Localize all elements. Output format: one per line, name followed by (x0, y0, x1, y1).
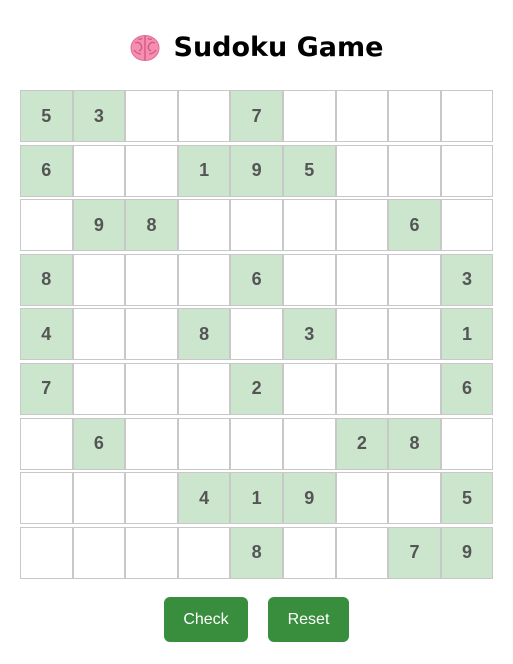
given-cell: 3 (72, 90, 126, 142)
empty-cell[interactable] (72, 308, 126, 361)
empty-cell[interactable] (20, 472, 73, 525)
empty-cell[interactable] (335, 144, 389, 197)
empty-cell[interactable] (72, 526, 126, 579)
empty-cell[interactable] (388, 472, 441, 525)
grid-row: 4 83 1 (20, 308, 494, 361)
empty-cell[interactable] (388, 90, 441, 142)
empty-cell[interactable] (335, 308, 389, 361)
empty-cell[interactable] (335, 199, 389, 252)
given-cell: 7 (388, 526, 441, 579)
empty-cell[interactable] (177, 253, 231, 306)
given-cell: 1 (177, 144, 231, 197)
button-bar: Check Reset (0, 597, 513, 642)
empty-cell[interactable] (177, 90, 231, 142)
empty-cell[interactable] (335, 253, 389, 306)
empty-cell[interactable] (125, 362, 178, 415)
given-cell: 8 (230, 526, 283, 579)
empty-cell[interactable] (125, 90, 178, 142)
empty-cell[interactable] (177, 417, 231, 470)
empty-cell[interactable] (388, 308, 441, 361)
empty-cell[interactable] (335, 526, 389, 579)
empty-cell[interactable] (20, 526, 73, 579)
given-cell: 9 (440, 526, 494, 579)
given-cell: 3 (440, 253, 494, 306)
empty-cell[interactable] (230, 417, 283, 470)
grid-row: 6 195 (20, 144, 494, 197)
empty-cell[interactable] (72, 472, 126, 525)
empty-cell[interactable] (72, 253, 126, 306)
empty-cell[interactable] (177, 199, 231, 252)
given-cell: 1 (440, 308, 494, 361)
empty-cell[interactable] (177, 526, 231, 579)
given-cell: 5 (20, 90, 73, 142)
check-button[interactable]: Check (164, 597, 248, 642)
empty-cell[interactable] (177, 362, 231, 415)
empty-cell[interactable] (20, 199, 73, 252)
given-cell: 2 (230, 362, 283, 415)
given-cell: 8 (125, 199, 178, 252)
empty-cell[interactable] (335, 472, 389, 525)
page-title: Sudoku Game (0, 30, 513, 66)
given-cell: 7 (230, 90, 283, 142)
given-cell: 9 (72, 199, 126, 252)
empty-cell[interactable] (388, 253, 441, 306)
given-cell: 6 (440, 362, 494, 415)
brain-icon (130, 34, 160, 62)
empty-cell[interactable] (282, 199, 336, 252)
given-cell: 6 (72, 417, 126, 470)
empty-cell[interactable] (125, 144, 178, 197)
given-cell: 8 (177, 308, 231, 361)
empty-cell[interactable] (230, 308, 283, 361)
given-cell: 1 (230, 472, 283, 525)
reset-button[interactable]: Reset (268, 597, 349, 642)
sudoku-grid: 537619598686348317266284195879 (20, 90, 494, 581)
empty-cell[interactable] (125, 526, 178, 579)
empty-cell[interactable] (282, 362, 336, 415)
empty-cell[interactable] (282, 90, 336, 142)
given-cell: 6 (230, 253, 283, 306)
given-cell: 8 (388, 417, 441, 470)
given-cell: 8 (20, 253, 73, 306)
given-cell: 9 (230, 144, 283, 197)
given-cell: 4 (20, 308, 73, 361)
empty-cell[interactable] (125, 308, 178, 361)
empty-cell[interactable] (335, 90, 389, 142)
given-cell: 5 (440, 472, 494, 525)
grid-row: 8 79 (20, 526, 494, 579)
empty-cell[interactable] (282, 417, 336, 470)
given-cell: 6 (388, 199, 441, 252)
grid-row: 98 6 (20, 199, 494, 252)
empty-cell[interactable] (440, 90, 494, 142)
empty-cell[interactable] (388, 144, 441, 197)
empty-cell[interactable] (335, 362, 389, 415)
empty-cell[interactable] (125, 472, 178, 525)
empty-cell[interactable] (230, 199, 283, 252)
empty-cell[interactable] (440, 417, 494, 470)
grid-row: 8 6 3 (20, 253, 494, 306)
given-cell: 6 (20, 144, 73, 197)
given-cell: 9 (282, 472, 336, 525)
given-cell: 5 (282, 144, 336, 197)
empty-cell[interactable] (125, 253, 178, 306)
empty-cell[interactable] (282, 526, 336, 579)
grid-row: 6 28 (20, 417, 494, 470)
given-cell: 3 (282, 308, 336, 361)
given-cell: 4 (177, 472, 231, 525)
empty-cell[interactable] (125, 417, 178, 470)
given-cell: 7 (20, 362, 73, 415)
empty-cell[interactable] (282, 253, 336, 306)
grid-row: 7 2 6 (20, 362, 494, 415)
empty-cell[interactable] (440, 144, 494, 197)
grid-row: 419 5 (20, 472, 494, 525)
empty-cell[interactable] (388, 362, 441, 415)
given-cell: 2 (335, 417, 389, 470)
grid-row: 53 7 (20, 90, 494, 142)
empty-cell[interactable] (72, 144, 126, 197)
empty-cell[interactable] (20, 417, 73, 470)
title-text: Sudoku Game (173, 32, 384, 63)
empty-cell[interactable] (440, 199, 494, 252)
empty-cell[interactable] (72, 362, 126, 415)
